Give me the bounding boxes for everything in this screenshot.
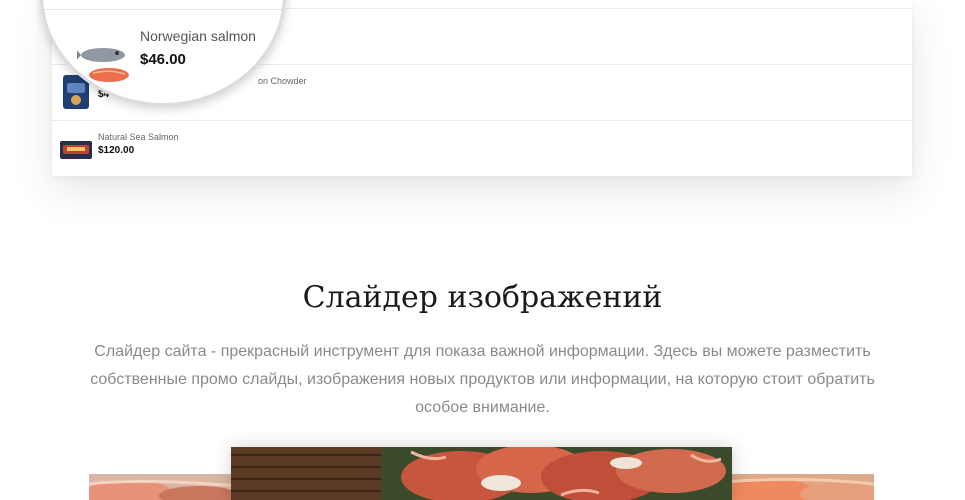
product-price: $120.00 — [98, 145, 135, 156]
section-description: Слайдер сайта - прекрасный инструмент дл… — [90, 343, 875, 416]
salmon-tin-icon — [60, 141, 92, 159]
product-row[interactable]: Natural Sea Salmon $120.00 — [52, 120, 912, 176]
section-title: Слайдер изображений — [302, 280, 663, 315]
product-name[interactable]: on Chowder — [258, 76, 307, 86]
king-crab-slide-image[interactable] — [231, 447, 732, 500]
product-price: $46.00 — [140, 51, 186, 68]
product-name[interactable]: Norwegian salmon — [140, 28, 256, 44]
product-name[interactable]: Natural Sea Salmon — [98, 132, 179, 142]
salmon-fillet-icon — [77, 48, 129, 82]
salmon-slide-image[interactable] — [89, 474, 239, 500]
divider — [43, 9, 283, 10]
fish-slide-image[interactable] — [725, 474, 874, 500]
